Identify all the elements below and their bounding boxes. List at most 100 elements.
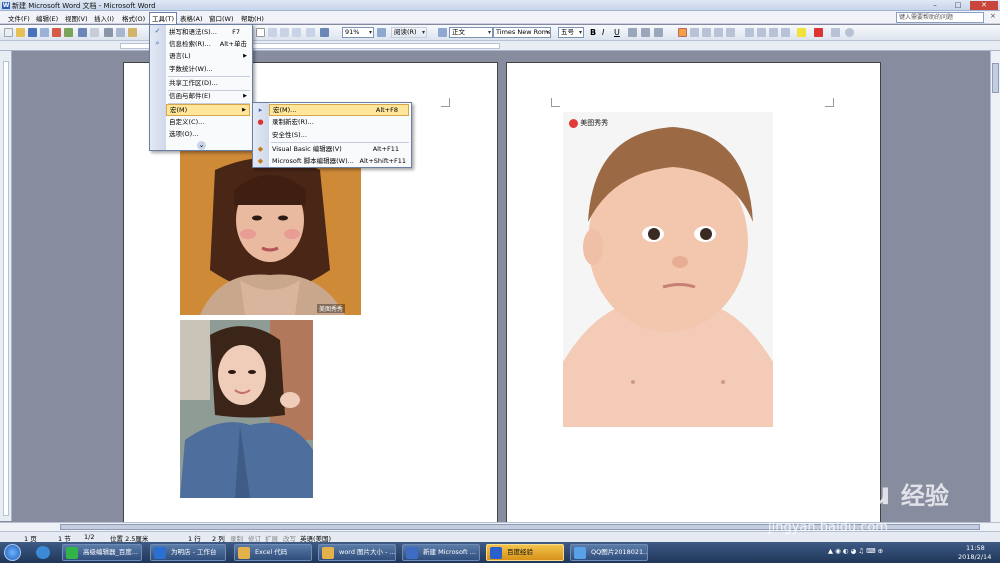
menu-file[interactable]: 文件(F) [6,13,32,23]
font-select[interactable]: Times New Roman [493,27,551,38]
close-button[interactable]: ✕ [970,1,998,10]
help-search-input[interactable]: 键入需要帮助的问题 [896,12,984,23]
margin-mark [441,98,450,107]
justify-icon[interactable] [714,28,723,37]
char-shading-icon[interactable] [641,28,650,37]
insert-table-icon[interactable] [256,28,265,37]
bold-button[interactable]: B [590,28,599,37]
minimize-button[interactable]: – [924,1,946,10]
menu-table[interactable]: 表格(A) [178,13,205,23]
tools-menu-spelling[interactable]: 拼写和语法(S)... F7 [166,26,250,38]
macro-submenu-macros[interactable]: 宏(M)... Alt+F8 [269,104,409,116]
maximize-button[interactable]: □ [947,1,969,10]
macro-submenu-vb-editor[interactable]: Visual Basic 编辑器(V) Alt+F11 [269,143,409,155]
taskbar-item[interactable]: 为明店 - 工作台 [150,544,226,561]
expand-menu-icon[interactable]: ⌄ [197,141,206,150]
zoom-select[interactable]: 91% [342,27,374,38]
taskbar-item[interactable]: 新建 Microsoft ... [402,544,480,561]
decrease-indent-icon[interactable] [769,28,778,37]
tools-menu-customize[interactable]: 自定义(C)... [166,116,250,128]
research-icon: ⌕ [155,39,160,47]
window-title: 新建 Microsoft Word 文档 - Microsoft Word [12,2,156,10]
vertical-ruler[interactable] [0,51,12,521]
align-left-icon[interactable] [678,28,687,37]
menu-tools[interactable]: 工具(T) [149,12,178,24]
style-select[interactable]: 正文 [449,27,493,38]
font-color-icon[interactable] [814,28,823,37]
menu-format[interactable]: 格式(O) [120,13,147,23]
tools-menu-macro[interactable]: 宏(M) ▶ [166,104,250,116]
new-doc-icon[interactable] [4,28,13,37]
copy-icon[interactable] [116,28,125,37]
tools-menu-shared-workspace[interactable]: 共享工作区(D)... [166,77,250,89]
excel-sheet-icon[interactable] [268,28,277,37]
menu-window[interactable]: 窗口(W) [207,13,236,23]
ie-icon[interactable] [36,546,50,559]
macro-submenu-record[interactable]: 录制新宏(R)... [269,116,409,128]
tools-menu-word-count[interactable]: 字数统计(W)... [166,63,250,75]
taskbar-item-active[interactable]: 百度经验 [486,544,564,561]
photo-baby[interactable]: 美图秀秀 [563,112,773,427]
menu-view[interactable]: 视图(V) [63,13,90,23]
baidu-brand: Bai [768,477,822,512]
menu-insert[interactable]: 插入(I) [92,13,116,23]
align-center-icon[interactable] [690,28,699,37]
tools-menu-options[interactable]: 选项(O)... [166,128,250,140]
underline-button[interactable]: U [614,28,623,37]
enclose-char-icon[interactable] [845,28,854,37]
menu-help[interactable]: 帮助(H) [239,13,266,23]
save-icon[interactable] [28,28,37,37]
font-size-select[interactable]: 五号 [558,27,584,38]
clock-date[interactable]: 2018/2/14 [958,553,991,561]
highlight-icon[interactable] [797,28,806,37]
doc-map-icon[interactable] [306,28,315,37]
print-preview-icon[interactable] [64,28,73,37]
phonetic-icon[interactable] [831,28,840,37]
permission-icon[interactable] [40,28,49,37]
tools-menu-research[interactable]: 信息检索(R)... Alt+单击 [166,38,250,50]
columns-icon[interactable] [280,28,289,37]
macro-submenu-security[interactable]: 安全性(S)... [269,129,409,141]
taskbar-item[interactable]: word 图片大小 - ... [318,544,396,561]
tools-menu-letters-mailings[interactable]: 信函与邮件(E) ▶ [166,90,250,102]
align-right-icon[interactable] [702,28,711,37]
taskbar-item[interactable]: 高级编辑器_百度... [62,544,142,561]
help-icon[interactable] [377,28,386,37]
tray-icons[interactable]: ▲ ◉ ◐ ◕ ♫ ⌨ ⊕ [828,547,883,555]
paste-icon[interactable] [128,28,137,37]
read-mode-button[interactable]: 阅读(R) [391,27,427,38]
photo-girl-denim[interactable] [180,320,313,498]
jingyan-text: 经验 [900,482,949,510]
taskbar-item[interactable]: QQ图片2018021... [570,544,648,561]
numbering-icon[interactable] [745,28,754,37]
clock-time[interactable]: 11:58 [966,544,985,552]
styles-pane-icon[interactable] [438,28,447,37]
scroll-thumb[interactable] [992,63,999,93]
open-folder-icon[interactable] [16,28,25,37]
show-hide-icon[interactable] [320,28,329,37]
bullets-icon[interactable] [757,28,766,37]
menu-edit[interactable]: 编辑(E) [34,13,60,23]
vertical-scrollbar[interactable] [990,51,1000,522]
research-icon[interactable] [90,28,99,37]
char-border-icon[interactable] [628,28,637,37]
distribute-icon[interactable] [726,28,735,37]
cut-icon[interactable] [104,28,113,37]
spelling-icon[interactable] [78,28,87,37]
page-2[interactable]: 美图秀秀 [506,62,881,522]
close-document-button[interactable]: × [990,12,996,20]
record-icon: ● [257,118,264,126]
increase-indent-icon[interactable] [781,28,790,37]
italic-button[interactable]: I [602,28,611,37]
status-page-of: 1/2 [84,533,95,541]
start-button[interactable] [4,544,21,561]
photo-woman-bangs[interactable]: 美图秀秀 [180,150,361,315]
meitu-watermark: 美图秀秀 [569,118,608,128]
char-scale-icon[interactable] [654,28,663,37]
print-icon[interactable] [52,28,61,37]
macro-submenu-script-editor[interactable]: Microsoft 脚本编辑器(W)... Alt+Shift+F11 [269,155,409,167]
taskbar-item[interactable]: Excel 代码 [234,544,312,561]
drawing-icon[interactable] [292,28,301,37]
meitu-watermark: 美图秀秀 [317,304,346,313]
tools-menu-language[interactable]: 语言(L) ▶ [166,50,250,62]
